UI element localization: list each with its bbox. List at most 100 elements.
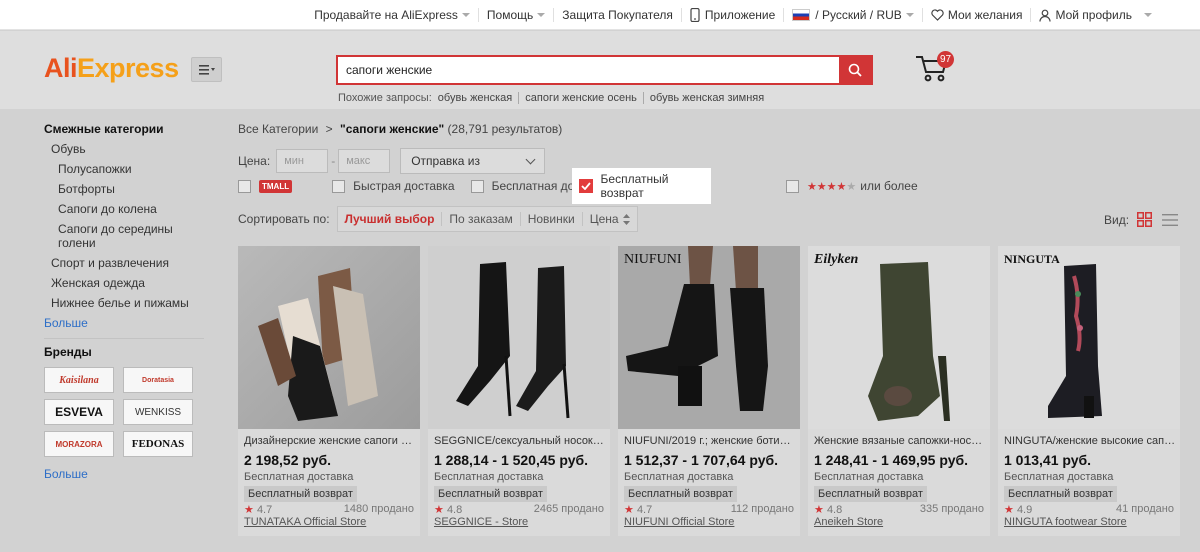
list-view-icon[interactable] <box>1162 213 1179 227</box>
sort-label: Сортировать по: <box>238 212 330 226</box>
product-card[interactable]: Дизайнерские женские сапоги д... 2 198,5… <box>238 246 420 536</box>
sidebar-item-shoes[interactable]: Обувь <box>44 142 209 156</box>
russia-flag-icon <box>792 9 811 21</box>
store-link[interactable]: SEGGNICE - Store <box>434 516 528 528</box>
free-return-filter[interactable]: Бесплатный возврат <box>572 168 711 204</box>
category-menu-button[interactable] <box>191 57 222 82</box>
related-search-link[interactable]: обувь женская зимняя <box>644 92 770 104</box>
app-link[interactable]: Приложение <box>682 8 785 22</box>
free-delivery-checkbox[interactable] <box>470 179 484 193</box>
wishlist-link[interactable]: Мои желания <box>923 8 1032 22</box>
brands-more-link[interactable]: Больше <box>44 467 209 481</box>
product-price: 1 013,41 руб. <box>1004 452 1092 468</box>
protection-label: Защита Покупателя <box>562 8 673 22</box>
region-selector[interactable]: / Русский / RUB <box>784 8 923 22</box>
price-min-placeholder: мин <box>284 155 304 167</box>
product-title[interactable]: SEGGNICE/сексуальный носок; вяз... <box>434 435 606 447</box>
free-return-checkbox[interactable] <box>579 179 593 193</box>
free-return-badge: Бесплатный возврат <box>814 486 927 502</box>
product-brand-label: Eilyken <box>814 252 859 267</box>
tmall-checkbox[interactable] <box>238 179 251 193</box>
chevron-down-icon <box>1144 13 1152 17</box>
fast-delivery-checkbox[interactable] <box>332 179 346 193</box>
breadcrumb-all-categories[interactable]: Все Категории <box>238 122 318 136</box>
brand-logo[interactable]: Doratasia <box>123 367 193 393</box>
brand-logo[interactable]: ESVEVA <box>44 399 114 425</box>
boots-photo <box>1048 264 1102 418</box>
sidebar-item-sports[interactable]: Спорт и развлечения <box>44 256 209 270</box>
brand-logo[interactable]: WENKISS <box>123 399 193 425</box>
ship-from-dropdown[interactable]: Отправка из <box>400 148 546 174</box>
product-sold-count: 335 продано <box>919 503 984 515</box>
brand-logo[interactable]: Kaisilana <box>44 367 114 393</box>
rating-filter[interactable]: ★★★★★ или более <box>785 179 918 193</box>
grid-view-icon[interactable] <box>1137 212 1153 227</box>
sell-link[interactable]: Продавайте на AliExpress <box>306 8 479 22</box>
app-label: Приложение <box>704 8 776 22</box>
sidebar-item-over-knee-boots[interactable]: Ботфорты <box>44 182 209 196</box>
product-price: 2 198,52 руб. <box>244 452 332 468</box>
buyer-protection-link[interactable]: Защита Покупателя <box>554 8 682 22</box>
boots-photo <box>258 268 378 421</box>
sidebar-item-underwear[interactable]: Нижнее белье и пижамы <box>44 296 209 310</box>
help-link[interactable]: Помощь <box>479 8 555 22</box>
sort-price[interactable]: Цена <box>583 212 637 226</box>
search-button[interactable] <box>839 57 871 83</box>
product-brand-label: NIUFUNI <box>624 252 682 267</box>
heart-icon <box>931 9 944 21</box>
related-search-link[interactable]: обувь женская <box>432 92 520 104</box>
product-shipping: Бесплатная доставка <box>624 471 734 483</box>
tmall-filter[interactable]: TMALL <box>238 179 316 193</box>
store-link[interactable]: Aneikeh Store <box>814 516 883 528</box>
rating-checkbox[interactable] <box>785 179 799 193</box>
sidebar-item-knee-boots[interactable]: Сапоги до колена <box>44 202 209 216</box>
breadcrumb-query: "сапоги женские" <box>340 122 445 136</box>
store-link[interactable]: NINGUTA footwear Store <box>1004 516 1127 528</box>
product-image[interactable] <box>428 246 610 429</box>
sort-options: Лучший выбор По заказам Новинки Цена <box>336 206 638 232</box>
sidebar-item-ankle-boots[interactable]: Полусапожки <box>44 162 209 176</box>
product-card[interactable]: NINGUTA NINGUTA/женские высокие сапог...… <box>998 246 1180 536</box>
price-min-input[interactable]: мин <box>276 149 329 173</box>
product-image[interactable]: NINGUTA <box>998 246 1180 429</box>
product-image[interactable]: Eilyken <box>808 246 990 429</box>
sort-best-match[interactable]: Лучший выбор <box>338 212 443 226</box>
profile-link[interactable]: Мой профиль <box>1031 8 1160 22</box>
sidebar-item-mid-calf-boots[interactable]: Сапоги до середины голени <box>44 222 174 250</box>
aliexpress-logo[interactable]: AliExpress <box>44 53 179 84</box>
categories-more-link[interactable]: Больше <box>44 316 209 330</box>
brand-logo[interactable]: FEDONAS <box>123 431 193 457</box>
store-link[interactable]: NIUFUNI Official Store <box>624 516 734 528</box>
search-input[interactable] <box>338 57 838 83</box>
price-filter-row: Цена: мин - макс Отправка из <box>238 148 546 174</box>
product-image[interactable]: NIUFUNI <box>618 246 800 429</box>
fast-delivery-filter[interactable]: Быстрая доставка <box>332 179 455 193</box>
brands-title: Бренды <box>44 345 92 359</box>
product-image[interactable] <box>238 246 420 429</box>
product-grid: Дизайнерские женские сапоги д... 2 198,5… <box>238 246 1180 536</box>
rating-value: 4.8 <box>446 504 463 516</box>
related-search-link[interactable]: сапоги женские осень <box>519 92 644 104</box>
product-card[interactable]: Eilyken Женские вязаные сапожки-носки...… <box>808 246 990 536</box>
product-shipping: Бесплатная доставка <box>244 471 354 483</box>
product-card[interactable]: SEGGNICE/сексуальный носок; вяз... 1 288… <box>428 246 610 536</box>
product-title[interactable]: Женские вязаные сапожки-носки... <box>814 435 986 447</box>
search-box <box>336 55 873 85</box>
product-rating: ★ 4.8 <box>434 503 462 516</box>
brand-label: Doratasia <box>142 376 174 384</box>
top-bar: Продавайте на AliExpress Помощь Защита П… <box>0 0 1200 30</box>
phone-icon <box>690 8 700 22</box>
store-link[interactable]: TUNATAKA Official Store <box>244 516 366 528</box>
header: AliExpress Похожие запросы: обувь женска… <box>0 31 1200 109</box>
price-max-input[interactable]: макс <box>338 149 391 173</box>
brand-logo[interactable]: MORAZORA <box>44 431 114 457</box>
product-price: 1 248,41 - 1 469,95 руб. <box>814 452 969 468</box>
product-title[interactable]: NINGUTA/женские высокие сапог... <box>1004 435 1176 447</box>
product-card[interactable]: NIUFUNI NIUFUNI/2019 г.; женские ботиль.… <box>618 246 800 536</box>
star-icon: ★ <box>814 504 824 516</box>
product-title[interactable]: NIUFUNI/2019 г.; женские ботиль... <box>624 435 796 447</box>
sort-orders[interactable]: По заказам <box>442 212 521 226</box>
sidebar-item-womens-clothing[interactable]: Женская одежда <box>44 276 209 290</box>
product-title[interactable]: Дизайнерские женские сапоги д... <box>244 435 416 447</box>
sort-newest[interactable]: Новинки <box>521 212 583 226</box>
